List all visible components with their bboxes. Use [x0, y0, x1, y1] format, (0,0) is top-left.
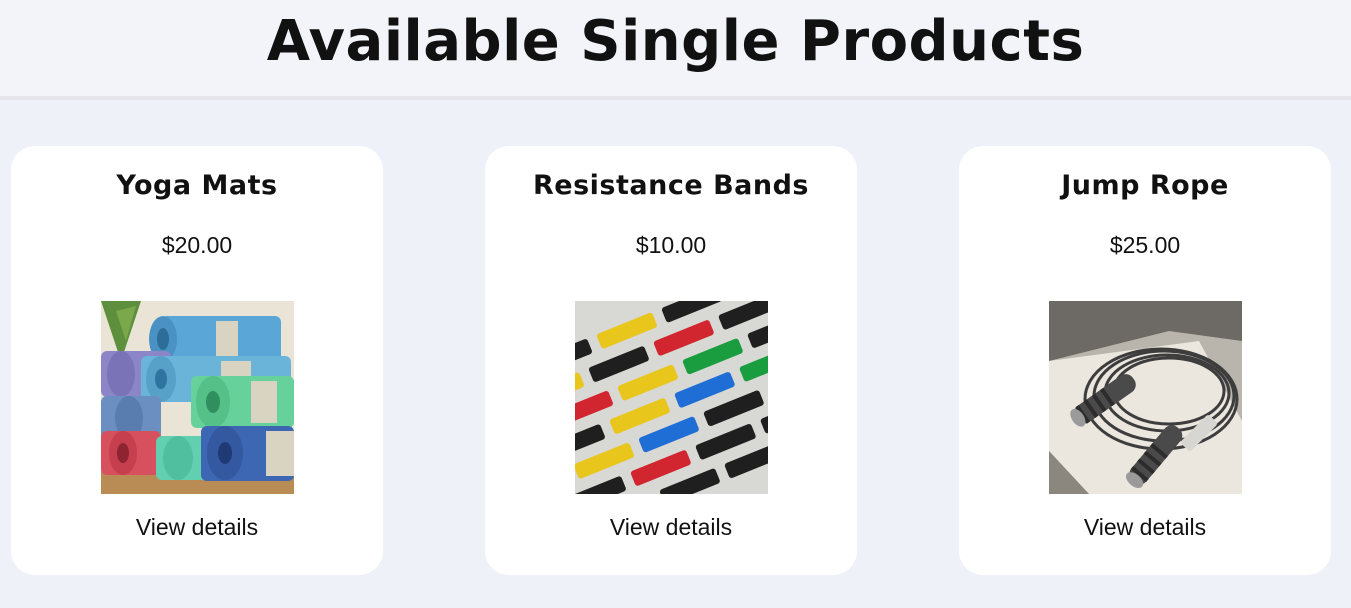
page-header: Available Single Products [0, 0, 1351, 100]
product-name: Jump Rope [1061, 170, 1229, 201]
jump-rope-image [1049, 301, 1242, 494]
product-price: $25.00 [1109, 232, 1181, 258]
product-card-jump-rope: Jump Rope $25.00 View details [959, 146, 1331, 575]
product-card-resistance-bands: Resistance Bands $10.00 View details [485, 146, 857, 575]
view-details-link[interactable]: View details [11, 514, 383, 541]
product-name: Yoga Mats [116, 170, 278, 201]
yoga-mats-image [101, 301, 294, 494]
product-price: $20.00 [161, 232, 233, 258]
product-name: Resistance Bands [533, 170, 809, 201]
resistance-bands-image [575, 301, 768, 494]
view-details-link[interactable]: View details [959, 514, 1331, 541]
product-card-yoga-mats: Yoga Mats $20.00 View details [11, 146, 383, 575]
page-title: Available Single Products [266, 8, 1085, 74]
view-details-link[interactable]: View details [485, 514, 857, 541]
product-price: $10.00 [635, 232, 707, 258]
